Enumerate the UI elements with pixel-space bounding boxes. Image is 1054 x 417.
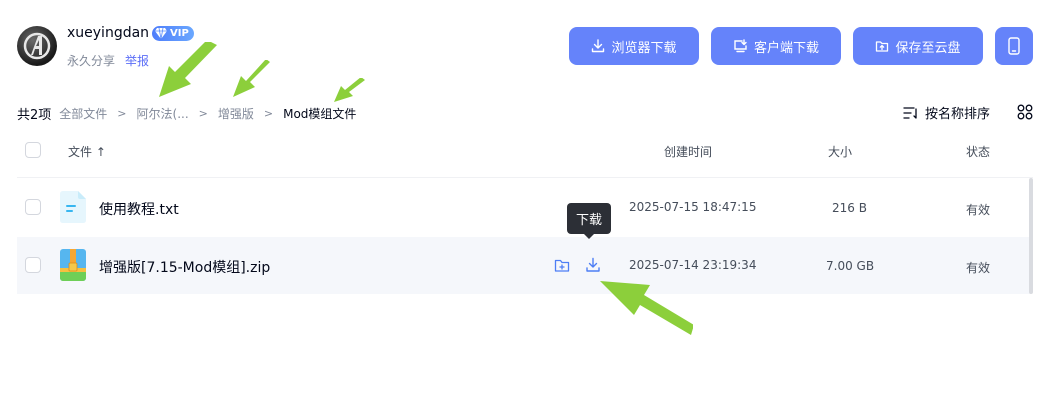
download-icon[interactable] bbox=[585, 257, 601, 273]
table-row[interactable]: 增强版[7.15-Mod模组].zip 2025-07-14 23:19:34 … bbox=[17, 237, 1031, 294]
breadcrumb-separator: > bbox=[263, 107, 274, 120]
status-text: 有效 bbox=[966, 261, 991, 275]
sort-label: 按名称排序 bbox=[925, 107, 991, 122]
download-icon bbox=[592, 39, 605, 53]
status-text: 有效 bbox=[966, 203, 991, 217]
vip-label: VIP bbox=[170, 28, 189, 39]
item-count: 共2项 bbox=[17, 108, 52, 123]
annotation-arrow-icon bbox=[233, 60, 270, 97]
annotation-arrow-icon bbox=[334, 78, 365, 102]
breadcrumb-mod-folder: Mod模组文件 bbox=[283, 107, 357, 121]
diamond-icon bbox=[155, 27, 167, 40]
phone-icon bbox=[1008, 37, 1020, 55]
vip-badge: VIP bbox=[152, 26, 194, 41]
avengers-logo-icon bbox=[23, 32, 51, 60]
breadcrumb-separator: > bbox=[117, 107, 127, 120]
file-name[interactable]: 增强版[7.15-Mod模组].zip bbox=[99, 257, 270, 277]
row-checkbox[interactable] bbox=[25, 199, 41, 215]
save-to-folder-icon[interactable] bbox=[554, 258, 570, 273]
report-link[interactable]: 举报 bbox=[125, 52, 149, 69]
annotation-arrow-icon bbox=[600, 281, 693, 335]
created-time: 2025-07-14 23:19:34 bbox=[629, 258, 757, 272]
sort-icon bbox=[903, 106, 917, 119]
breadcrumb: 共2项 全部文件 > 阿尔法(... > 增强版 > Mod模组文件 bbox=[17, 104, 356, 123]
column-header-created[interactable]: 创建时间 bbox=[664, 143, 712, 160]
table-row[interactable]: 使用教程.txt 2025-07-15 18:47:15 216 B 有效 bbox=[17, 179, 1031, 236]
file-name[interactable]: 使用教程.txt bbox=[99, 199, 179, 219]
breadcrumb-alpha-folder[interactable]: 阿尔法(... bbox=[137, 105, 189, 122]
download-tooltip: 下载 bbox=[567, 203, 611, 239]
save-to-cloud-label: 保存至云盘 bbox=[895, 40, 961, 56]
row-checkbox[interactable] bbox=[25, 257, 41, 273]
avatar bbox=[17, 26, 57, 66]
grid-view-button[interactable] bbox=[1017, 104, 1033, 124]
file-size: 7.00 GB bbox=[826, 259, 875, 273]
browser-download-label: 浏览器下载 bbox=[611, 40, 677, 56]
header-divider bbox=[17, 177, 1033, 178]
select-all-checkbox[interactable] bbox=[25, 142, 41, 158]
breadcrumb-all-files[interactable]: 全部文件 bbox=[59, 105, 107, 122]
save-to-cloud-button[interactable]: 保存至云盘 bbox=[853, 27, 983, 65]
file-size: 216 B bbox=[832, 201, 867, 215]
username: xueyingdan bbox=[67, 25, 150, 41]
annotation-arrow-icon bbox=[159, 42, 217, 97]
browser-download-button[interactable]: 浏览器下载 bbox=[569, 27, 699, 65]
share-type-label: 永久分享 bbox=[67, 54, 116, 68]
folder-upload-icon bbox=[876, 41, 889, 52]
column-header-status: 状态 bbox=[966, 145, 991, 159]
column-header-size[interactable]: 大小 bbox=[828, 143, 852, 160]
zip-archive-icon bbox=[60, 249, 86, 281]
grid-view-icon bbox=[1017, 104, 1033, 120]
tooltip-text: 下载 bbox=[575, 213, 602, 228]
sort-by-name-button[interactable]: 按名称排序 bbox=[903, 103, 990, 122]
breadcrumb-separator: > bbox=[198, 107, 208, 120]
txt-file-icon bbox=[60, 191, 86, 223]
created-time: 2025-07-15 18:47:15 bbox=[629, 200, 757, 214]
client-download-button[interactable]: 客户端下载 bbox=[711, 27, 841, 65]
desktop-client-icon bbox=[734, 39, 747, 53]
scrollbar[interactable] bbox=[1029, 178, 1033, 294]
client-download-label: 客户端下载 bbox=[753, 40, 819, 56]
column-header-name[interactable]: 文件 ↑ bbox=[68, 143, 106, 160]
breadcrumb-enhanced-folder[interactable]: 增强版 bbox=[218, 105, 254, 122]
mobile-button[interactable] bbox=[995, 27, 1033, 65]
